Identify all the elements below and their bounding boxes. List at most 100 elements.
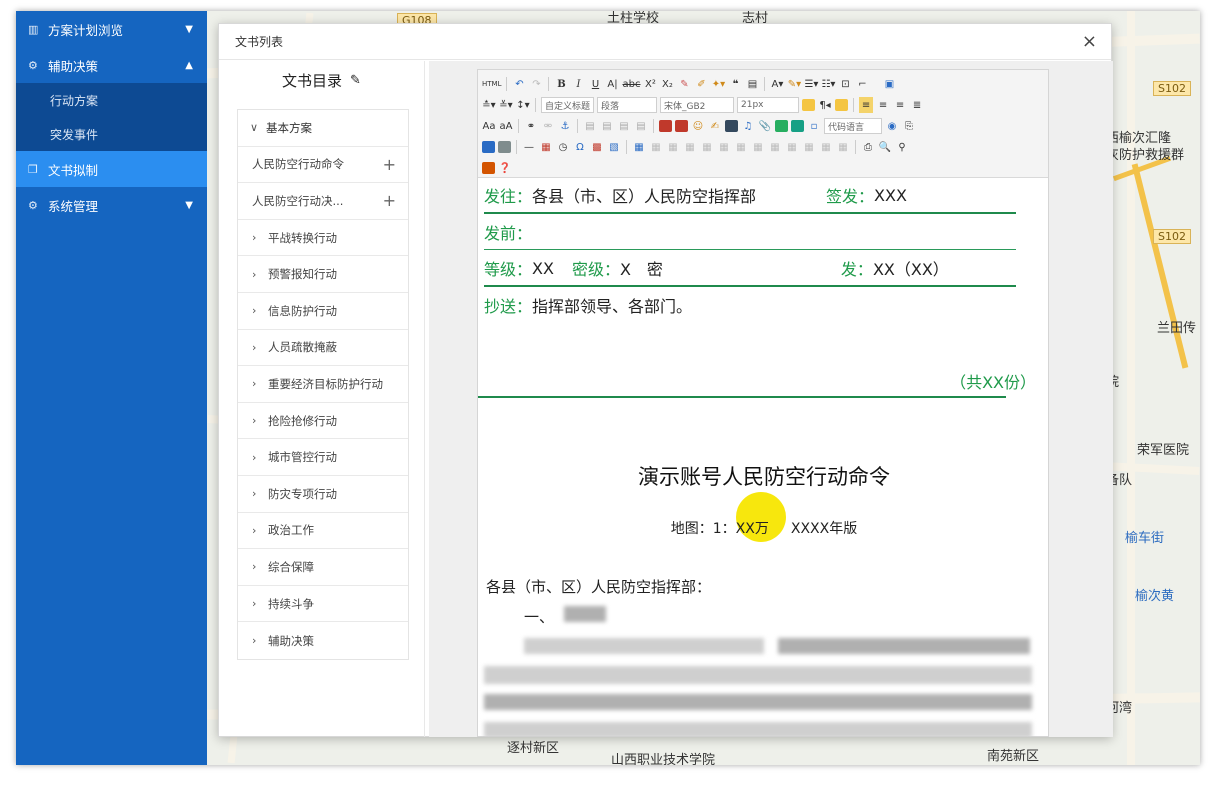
highlight-icon[interactable]: ✎▾ <box>787 76 801 92</box>
anchor-icon[interactable]: ⚓ <box>558 118 572 134</box>
date-icon[interactable]: ▦ <box>539 139 553 155</box>
indent-icon[interactable] <box>835 99 849 111</box>
multi-image-icon[interactable] <box>675 120 688 132</box>
merge-down-icon[interactable]: ▦ <box>785 139 799 155</box>
preview-icon[interactable]: ▣ <box>882 76 896 92</box>
paste-text-icon[interactable]: ▤ <box>745 76 759 92</box>
align-justify-icon[interactable]: ≣ <box>910 97 924 113</box>
select-all-icon[interactable]: ⊡ <box>838 76 852 92</box>
sidebar-item-action-plan[interactable]: 行动方案 <box>16 83 207 117</box>
catalog-item[interactable]: › 持续斗争 <box>238 586 408 623</box>
catalog-item[interactable]: › 城市管控行动 <box>238 439 408 476</box>
template-icon[interactable]: ⎘ <box>902 118 916 134</box>
insert-frame-icon[interactable]: ▫ <box>807 118 821 134</box>
add-icon[interactable]: + <box>383 155 396 174</box>
insert-paragraph-before-table-icon[interactable]: ▦ <box>666 139 680 155</box>
background-icon[interactable] <box>498 141 511 153</box>
delete-row-icon[interactable]: ▦ <box>700 139 714 155</box>
catalog-item[interactable]: › 平战转换行动 <box>238 220 408 257</box>
emoticon-icon[interactable]: ☺ <box>691 118 705 134</box>
insert-col-icon[interactable]: ▦ <box>717 139 731 155</box>
align-center-icon[interactable]: ≡ <box>876 97 890 113</box>
drafts-icon[interactable] <box>482 162 495 174</box>
help-icon[interactable]: ◉ <box>885 118 899 134</box>
bold-icon[interactable]: B <box>554 76 568 92</box>
auto-format-icon[interactable]: ✦▾ <box>711 76 725 92</box>
split-cols-icon[interactable]: ▦ <box>836 139 850 155</box>
redo-icon[interactable]: ↷ <box>529 76 543 92</box>
code-language-select[interactable]: 代码语言 <box>824 118 882 134</box>
html-source-button[interactable]: HTML <box>482 76 501 92</box>
map-icon[interactable] <box>775 120 788 132</box>
catalog-item[interactable]: › 预警报知行动 <box>238 256 408 293</box>
special-char-icon[interactable]: Ω <box>573 139 587 155</box>
font-size-select[interactable]: 21px <box>737 97 800 113</box>
gmap-icon[interactable] <box>791 120 804 132</box>
catalog-item[interactable]: › 综合保障 <box>238 549 408 586</box>
format-brush-icon[interactable]: ✐ <box>694 76 708 92</box>
find-replace-icon[interactable]: ⚲ <box>895 139 909 155</box>
catalog-group-basic-plan[interactable]: ∨ 基本方案 <box>238 110 408 147</box>
catalog-item[interactable]: › 政治工作 <box>238 513 408 550</box>
time-icon[interactable]: ◷ <box>556 139 570 155</box>
attachment-icon[interactable]: 📎 <box>758 118 772 134</box>
ltr-icon[interactable] <box>802 99 816 111</box>
image-float-left-icon[interactable]: ▤ <box>600 118 614 134</box>
video-icon[interactable] <box>725 120 738 132</box>
font-family-select[interactable]: 宋体_GB2 <box>660 97 735 113</box>
heading-select[interactable]: 自定义标题 <box>541 97 595 113</box>
wordimage-icon[interactable]: ▩ <box>590 139 604 155</box>
image-float-right-icon[interactable]: ▤ <box>617 118 631 134</box>
sidebar-item-emergency[interactable]: 突发事件 <box>16 117 207 151</box>
strikethrough-icon[interactable]: abc <box>622 76 640 92</box>
text-case-lower-icon[interactable]: aA <box>499 118 513 134</box>
delete-col-icon[interactable]: ▦ <box>734 139 748 155</box>
insert-table-icon[interactable]: ▦ <box>632 139 646 155</box>
sidebar-item-document-drafting[interactable]: ❐ 文书拟制 <box>16 151 207 187</box>
music-icon[interactable]: ♫ <box>741 118 755 134</box>
merge-cells-icon[interactable]: ▦ <box>751 139 765 155</box>
catalog-item[interactable]: › 人员疏散掩蔽 <box>238 330 408 367</box>
font-color-icon[interactable]: A▾ <box>770 76 784 92</box>
superscript-icon[interactable]: X² <box>643 76 657 92</box>
undo-icon[interactable]: ↶ <box>512 76 526 92</box>
blockquote-icon[interactable]: ❝ <box>728 76 742 92</box>
scrawl-icon[interactable]: ✍ <box>708 118 722 134</box>
document-body[interactable]: 发往： 各县（市、区）人民防空指挥部 签发： XXX 发前： 等级： XX 密级… <box>478 178 1050 737</box>
unordered-list-icon[interactable]: ☷▾ <box>821 76 835 92</box>
horizontal-rule-icon[interactable]: — <box>522 139 536 155</box>
row-spacing-bottom-icon[interactable]: ≚▾ <box>499 97 513 113</box>
sidebar-item-plan-browse[interactable]: ▥ 方案计划浏览 ▼ <box>16 11 207 47</box>
rtl-icon[interactable]: ¶◂ <box>818 97 832 113</box>
edit-icon[interactable]: ✎ <box>350 73 361 88</box>
align-left-icon[interactable]: ≡ <box>859 97 874 113</box>
row-spacing-top-icon[interactable]: ≛▾ <box>482 97 496 113</box>
catalog-item[interactable]: › 防灾专项行动 <box>238 476 408 513</box>
clear-doc-icon[interactable]: ⌐ <box>855 76 869 92</box>
image-float-none-icon[interactable]: ▤ <box>583 118 597 134</box>
font-border-icon[interactable]: A| <box>605 76 619 92</box>
unlink-icon[interactable]: ⚮ <box>541 118 555 134</box>
close-icon[interactable]: × <box>1082 31 1097 52</box>
split-cells-icon[interactable]: ▦ <box>802 139 816 155</box>
paragraph-select[interactable]: 段落 <box>597 97 658 113</box>
sidebar-item-decision-support[interactable]: ⚙ 辅助决策 ▲ <box>16 47 207 83</box>
search-icon[interactable]: 🔍 <box>878 139 892 155</box>
ordered-list-icon[interactable]: ☰▾ <box>804 76 818 92</box>
link-icon[interactable]: ⚭ <box>524 118 538 134</box>
sidebar-item-system-management[interactable]: ⚙ 系统管理 ▼ <box>16 187 207 223</box>
snapscreen-icon[interactable]: ▧ <box>607 139 621 155</box>
catalog-item[interactable]: 人民防空行动命令 + <box>238 147 408 184</box>
insert-row-icon[interactable]: ▦ <box>683 139 697 155</box>
page-break-icon[interactable] <box>482 141 495 153</box>
catalog-item[interactable]: 人民防空行动决... + <box>238 183 408 220</box>
subscript-icon[interactable]: X₂ <box>660 76 674 92</box>
delete-table-icon[interactable]: ▦ <box>649 139 663 155</box>
add-icon[interactable]: + <box>383 191 396 210</box>
underline-icon[interactable]: U <box>588 76 602 92</box>
merge-right-icon[interactable]: ▦ <box>768 139 782 155</box>
print-icon[interactable]: ⎙ <box>861 139 875 155</box>
text-case-upper-icon[interactable]: Aa <box>482 118 496 134</box>
eraser-icon[interactable]: ✎ <box>677 76 691 92</box>
catalog-item[interactable]: › 信息防护行动 <box>238 293 408 330</box>
